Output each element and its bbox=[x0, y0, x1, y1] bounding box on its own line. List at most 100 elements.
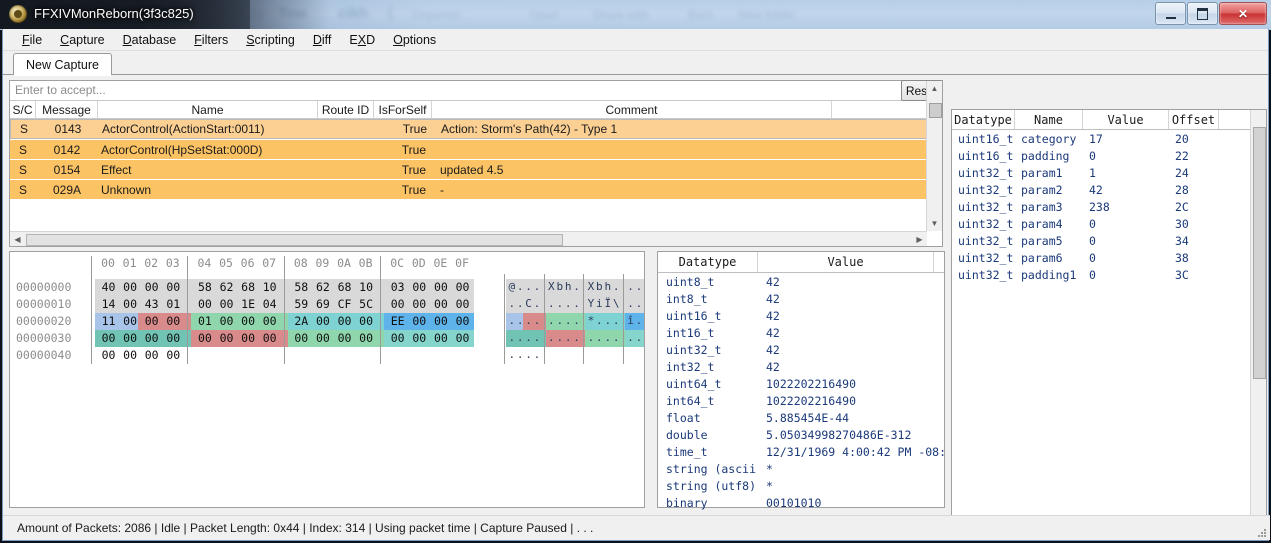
hex-byte[interactable]: 00 bbox=[163, 280, 184, 294]
ascii-char[interactable]: . bbox=[516, 297, 524, 310]
ascii-char[interactable]: . bbox=[556, 331, 564, 344]
hex-byte[interactable]: 40 bbox=[98, 280, 119, 294]
struct-column-header-offset[interactable]: Offset bbox=[1169, 110, 1219, 129]
inspector-column-header-datatype[interactable]: Datatype bbox=[658, 252, 758, 272]
maximize-button[interactable] bbox=[1187, 2, 1218, 25]
column-header-isforself[interactable]: IsForSelf bbox=[374, 101, 432, 118]
inspector-row[interactable]: time_t 12/31/1969 4:00:42 PM -08:00 bbox=[658, 443, 944, 460]
hex-byte[interactable]: 00 bbox=[98, 348, 119, 362]
inspector-column-header-value[interactable]: Value bbox=[758, 252, 934, 272]
ascii-char[interactable]: . bbox=[516, 314, 524, 327]
hex-byte[interactable]: 03 bbox=[387, 280, 408, 294]
hex-byte[interactable]: 00 bbox=[430, 314, 451, 328]
hex-byte[interactable]: 00 bbox=[194, 297, 215, 311]
hex-byte[interactable]: 10 bbox=[259, 280, 280, 294]
inspector-row[interactable]: uint8_t 42 bbox=[658, 273, 944, 290]
ascii-char[interactable]: . bbox=[548, 314, 556, 327]
ascii-char[interactable]: . bbox=[573, 314, 581, 327]
hex-byte[interactable]: 00 bbox=[120, 331, 141, 345]
struct-column-header-datatype[interactable]: Datatype bbox=[952, 110, 1015, 129]
hex-byte[interactable]: 00 bbox=[409, 331, 430, 345]
hex-byte[interactable]: 10 bbox=[356, 280, 377, 294]
hex-byte[interactable]: 62 bbox=[312, 280, 333, 294]
column-header-comment[interactable]: Comment bbox=[432, 101, 832, 118]
horizontal-scroll-thumb[interactable] bbox=[26, 234, 563, 246]
ascii-char[interactable]: . bbox=[612, 331, 620, 344]
inspector-row[interactable]: double 5.05034998270486E-312 bbox=[658, 426, 944, 443]
ascii-char[interactable]: . bbox=[627, 280, 635, 293]
hex-byte[interactable]: 00 bbox=[120, 314, 141, 328]
struct-column-header-value[interactable]: Value bbox=[1083, 110, 1169, 129]
hex-byte[interactable]: 14 bbox=[98, 297, 119, 311]
ascii-char[interactable]: . bbox=[508, 348, 516, 361]
hex-byte[interactable]: 00 bbox=[259, 314, 280, 328]
struct-row[interactable]: uint32_t padding1 0 3C bbox=[952, 266, 1266, 283]
hex-byte[interactable]: 00 bbox=[120, 348, 141, 362]
ascii-char[interactable]: . bbox=[533, 314, 541, 327]
hex-byte[interactable]: 00 bbox=[141, 331, 162, 345]
ascii-char[interactable]: @ bbox=[508, 280, 516, 293]
hex-byte[interactable]: 00 bbox=[334, 314, 355, 328]
ascii-char[interactable]: . bbox=[573, 280, 581, 293]
hex-byte[interactable]: 00 bbox=[334, 331, 355, 345]
hex-byte[interactable]: 11 bbox=[98, 314, 119, 328]
hex-editor-panel[interactable]: 00 01 02 03 04 05 06 07 08 09 0A 0B 0C 0D 0E 0F 00000000… bbox=[9, 251, 645, 508]
hex-byte[interactable]: 00 bbox=[387, 297, 408, 311]
hex-byte[interactable]: 00 bbox=[120, 280, 141, 294]
ascii-char[interactable]: . bbox=[533, 331, 541, 344]
struct-row[interactable]: uint32_t param6 0 38 bbox=[952, 249, 1266, 266]
hex-byte[interactable]: 00 bbox=[312, 314, 333, 328]
hex-byte[interactable]: 2A bbox=[291, 314, 312, 328]
hex-byte[interactable]: 00 bbox=[430, 331, 451, 345]
hex-byte[interactable]: 43 bbox=[141, 297, 162, 311]
ascii-char[interactable]: . bbox=[564, 331, 572, 344]
hex-byte[interactable]: 00 bbox=[141, 314, 162, 328]
struct-row[interactable]: uint16_t category 17 20 bbox=[952, 130, 1266, 147]
ascii-char[interactable]: C bbox=[525, 297, 533, 310]
inspector-row[interactable]: int64_t 1022202216490 bbox=[658, 392, 944, 409]
struct-vertical-scrollbar[interactable] bbox=[1250, 110, 1266, 534]
ascii-char[interactable]: î bbox=[627, 314, 635, 327]
vertical-scroll-thumb[interactable] bbox=[929, 103, 942, 118]
ascii-char[interactable]: h bbox=[604, 280, 612, 293]
ascii-char[interactable]: . bbox=[525, 348, 533, 361]
hex-byte[interactable]: 00 bbox=[409, 280, 430, 294]
ascii-char[interactable]: . bbox=[604, 314, 612, 327]
hex-row[interactable]: 00000000 40 00 00 00 58 62 68 10 58 62 68 10 03 00 00 00… bbox=[10, 279, 644, 296]
ascii-char[interactable]: . bbox=[573, 331, 581, 344]
struct-row[interactable]: uint32_t param3 238 2C bbox=[952, 198, 1266, 215]
hex-byte[interactable]: 1E bbox=[238, 297, 259, 311]
hex-byte[interactable]: 00 bbox=[409, 297, 430, 311]
hex-byte[interactable]: 00 bbox=[163, 314, 184, 328]
inspector-row[interactable]: float 5.885454E-44 bbox=[658, 409, 944, 426]
ascii-char[interactable]: . bbox=[533, 297, 541, 310]
menu-item-exd[interactable]: EXD bbox=[340, 31, 384, 49]
hex-byte[interactable]: 00 bbox=[312, 331, 333, 345]
hex-byte[interactable]: 00 bbox=[356, 314, 377, 328]
table-row[interactable]: S 0142 ActorControl(HpSetStat:000D) True bbox=[10, 139, 942, 159]
hex-byte[interactable]: 5C bbox=[356, 297, 377, 311]
packet-list-horizontal-scrollbar[interactable]: ◀ ▶ bbox=[10, 231, 927, 246]
scroll-down-arrow-icon[interactable]: ▼ bbox=[927, 216, 942, 231]
hex-row[interactable]: 00000040 00 00 00 00.... bbox=[10, 347, 644, 364]
inspector-row[interactable]: binary 00101010 bbox=[658, 494, 944, 511]
menu-item-filters[interactable]: Filters bbox=[185, 31, 237, 49]
inspector-row[interactable]: string (ascii) * bbox=[658, 460, 944, 477]
menu-item-diff[interactable]: Diff bbox=[304, 31, 341, 49]
close-button[interactable]: ✕ bbox=[1219, 2, 1267, 25]
inspector-row[interactable]: string (utf8) * bbox=[658, 477, 944, 494]
ascii-char[interactable]: Y bbox=[587, 297, 595, 310]
ascii-char[interactable]: . bbox=[533, 280, 541, 293]
hex-byte[interactable]: 68 bbox=[238, 280, 259, 294]
column-header-sc[interactable]: S/C bbox=[10, 101, 36, 118]
ascii-char[interactable]: . bbox=[516, 331, 524, 344]
ascii-char[interactable]: . bbox=[635, 314, 643, 327]
menu-item-options[interactable]: Options bbox=[384, 31, 445, 49]
hex-row[interactable]: 00000030 00 00 00 00 00 00 00 00 00 00 00 00 00 00 00 00… bbox=[10, 330, 644, 347]
hex-byte[interactable]: 00 bbox=[120, 297, 141, 311]
hex-byte[interactable]: 00 bbox=[163, 348, 184, 362]
hex-byte[interactable]: 00 bbox=[216, 331, 237, 345]
ascii-char[interactable]: . bbox=[508, 314, 516, 327]
struct-row[interactable]: uint32_t param2 42 28 bbox=[952, 181, 1266, 198]
struct-row[interactable]: uint32_t param4 0 30 bbox=[952, 215, 1266, 232]
